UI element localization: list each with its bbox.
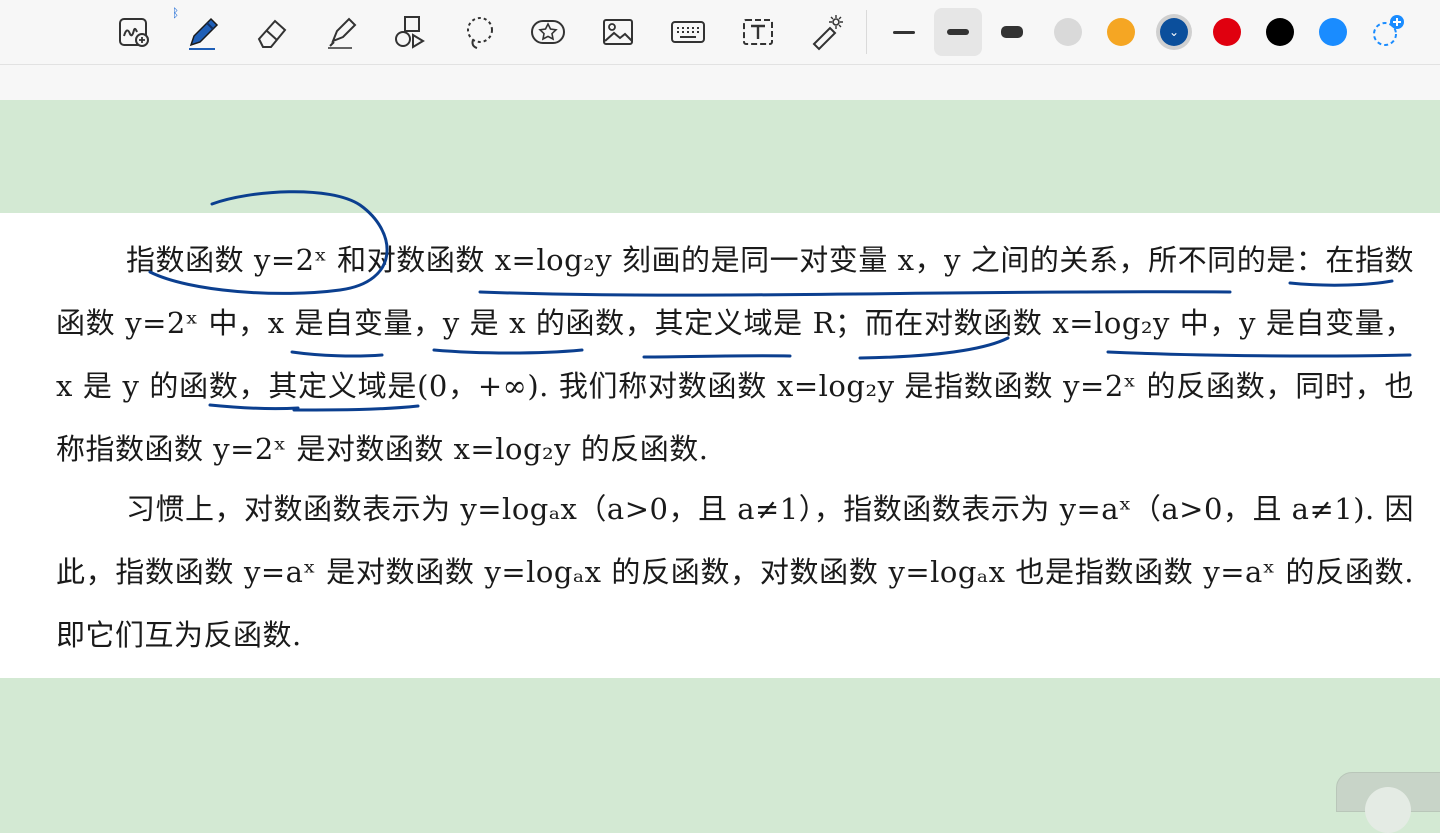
lasso-icon bbox=[467, 17, 493, 49]
toolbar-spacer bbox=[0, 65, 1440, 100]
page-thumbnail-button[interactable] bbox=[1336, 772, 1440, 833]
laser-pointer-button[interactable] bbox=[802, 8, 850, 56]
color-swatch-black[interactable] bbox=[1266, 18, 1294, 46]
lasso-button[interactable] bbox=[456, 8, 504, 56]
pen-button[interactable] bbox=[178, 8, 226, 56]
add-color-button[interactable] bbox=[1370, 14, 1406, 50]
handwriting-zoom-button[interactable] bbox=[110, 8, 158, 56]
pen-icon bbox=[189, 17, 219, 50]
highlighter-icon bbox=[328, 17, 357, 49]
stroke-medium-icon bbox=[947, 29, 969, 35]
color-swatch-dark-blue[interactable]: ⌄ bbox=[1160, 18, 1188, 46]
stroke-thin-icon bbox=[893, 30, 915, 34]
highlighter-button[interactable] bbox=[318, 8, 366, 56]
shapes-icon bbox=[395, 16, 425, 49]
laser-pointer-icon bbox=[812, 15, 843, 51]
document-page[interactable]: 指数函数 y=2ˣ 和对数函数 x=log₂y 刻画的是同一对变量 x，y 之间… bbox=[0, 213, 1440, 678]
stroke-thin-button[interactable] bbox=[880, 8, 928, 56]
stroke-thick-icon bbox=[1001, 26, 1023, 38]
keyboard-icon bbox=[671, 21, 705, 43]
stroke-thick-button[interactable] bbox=[988, 8, 1036, 56]
sticker-star-icon bbox=[531, 20, 565, 44]
toolbar-divider bbox=[866, 10, 867, 54]
eraser-button[interactable] bbox=[248, 8, 296, 56]
eraser-icon bbox=[257, 19, 287, 48]
chevron-down-icon: ⌄ bbox=[1168, 25, 1180, 39]
image-button[interactable] bbox=[594, 8, 642, 56]
color-swatch-light-gray[interactable] bbox=[1054, 18, 1082, 46]
paragraph-inverse-definition: 指数函数 y=2ˣ 和对数函数 x=log₂y 刻画的是同一对变量 x，y 之间… bbox=[56, 243, 1414, 466]
text-box-icon bbox=[743, 19, 773, 45]
shapes-button[interactable] bbox=[386, 8, 434, 56]
page-thumbnail-icon bbox=[1365, 787, 1411, 833]
image-icon bbox=[603, 19, 633, 45]
stroke-medium-button[interactable] bbox=[934, 8, 982, 56]
sticker-button[interactable] bbox=[524, 8, 572, 56]
keyboard-button[interactable] bbox=[664, 8, 712, 56]
handwriting-zoom-icon bbox=[119, 18, 149, 47]
add-color-icon bbox=[1373, 15, 1404, 46]
color-swatch-red[interactable] bbox=[1213, 18, 1241, 46]
color-swatch-orange[interactable] bbox=[1107, 18, 1135, 46]
toolbar: ᛒ ⌄ bbox=[0, 0, 1440, 65]
paragraph-convention: 习惯上，对数函数表示为 y=logₐx（a>0，且 a≠1），指数函数表示为 y… bbox=[56, 492, 1414, 652]
color-swatch-blue[interactable] bbox=[1319, 18, 1347, 46]
text-box-button[interactable] bbox=[734, 8, 782, 56]
